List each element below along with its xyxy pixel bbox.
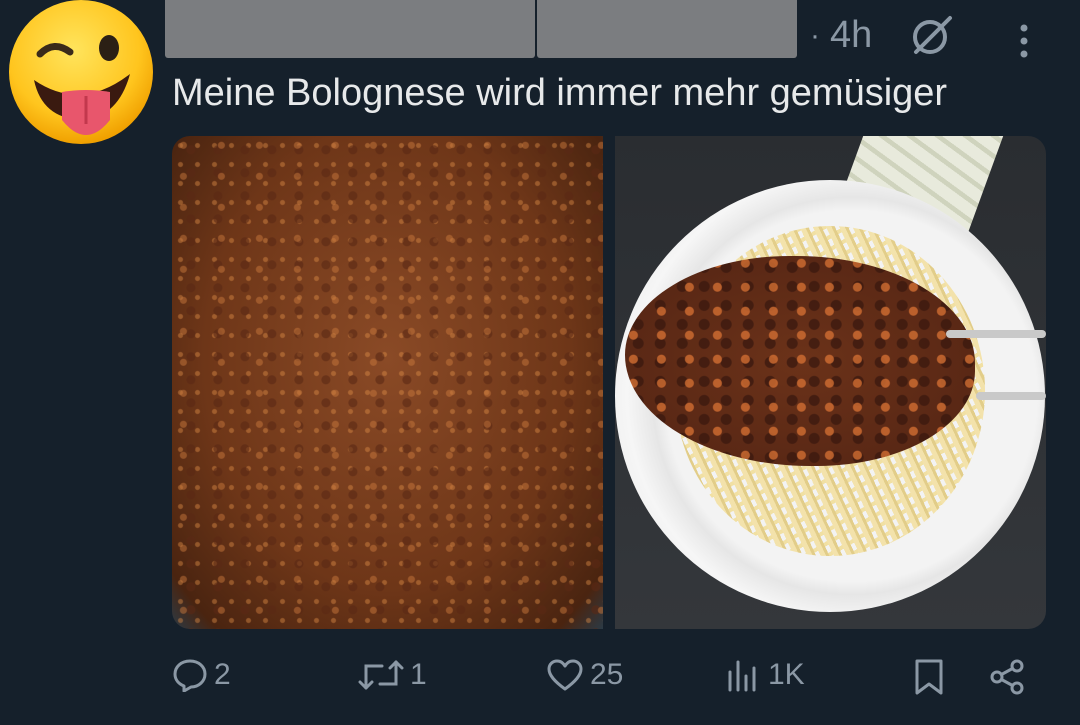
grok-button[interactable] <box>908 12 956 58</box>
bookmark-button[interactable] <box>912 658 946 696</box>
reply-count: 2 <box>214 658 231 691</box>
fork-tine <box>976 392 1046 400</box>
like-count: 25 <box>590 658 624 691</box>
tweet-text: Meine Bolognese wird immer mehr gemüsige… <box>172 72 948 114</box>
views-button[interactable]: 1K <box>726 658 805 692</box>
redacted-username <box>165 0 535 58</box>
views-icon <box>728 660 756 692</box>
heart-icon <box>547 659 583 691</box>
grok-icon <box>913 16 952 54</box>
tweet-time[interactable]: 4h <box>830 14 872 57</box>
winking-tongue-emoji-icon <box>9 0 153 144</box>
reply-icon <box>173 659 207 692</box>
tweet-meta: · 4h <box>810 14 872 57</box>
avatar[interactable] <box>6 0 156 148</box>
fork-tine <box>946 330 1046 338</box>
views-count: 1K <box>768 658 805 691</box>
retweet-icon <box>358 660 404 690</box>
more-vertical-icon <box>1020 24 1028 58</box>
like-button[interactable]: 25 <box>546 658 623 692</box>
redacted-handle <box>537 0 797 58</box>
bookmark-icon <box>915 659 943 695</box>
media-image-plate[interactable] <box>615 136 1046 629</box>
share-icon <box>990 659 1024 695</box>
meta-separator: · <box>810 18 820 52</box>
retweet-button[interactable]: 1 <box>358 658 427 692</box>
retweet-count: 1 <box>410 658 427 691</box>
media-image-pan-sauce[interactable] <box>172 136 603 629</box>
tweet-media[interactable] <box>172 136 1046 629</box>
more-button[interactable] <box>1010 20 1038 62</box>
action-bar: 2 1 25 1K <box>0 658 1080 706</box>
share-button[interactable] <box>988 658 1026 696</box>
reply-button[interactable]: 2 <box>172 658 231 692</box>
